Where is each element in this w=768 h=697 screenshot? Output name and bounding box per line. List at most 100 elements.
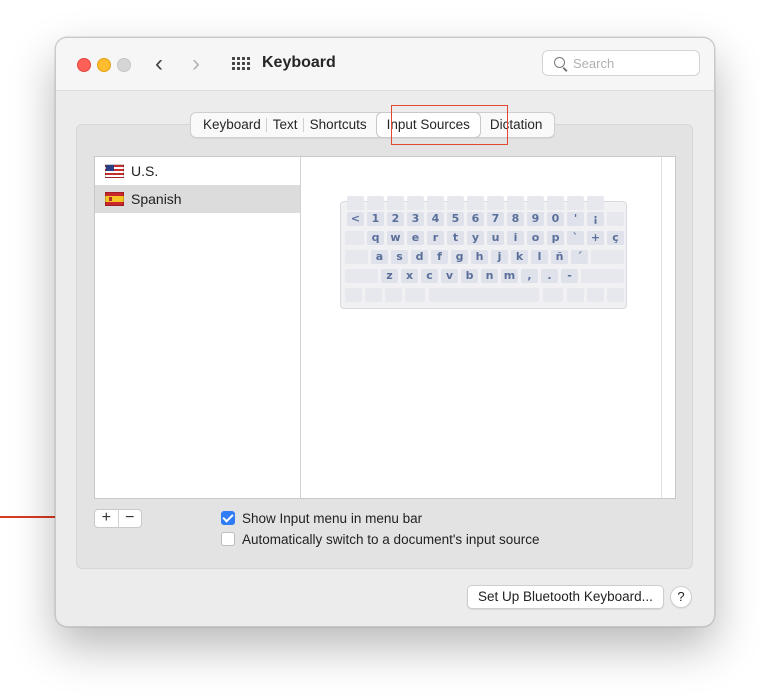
keyboard-key — [607, 288, 624, 302]
keyboard-key — [487, 196, 504, 210]
keyboard-key: 3 — [407, 212, 424, 226]
keyboard-key: n — [481, 269, 498, 283]
keyboard-key: h — [471, 250, 488, 264]
keyboard-key: 7 — [487, 212, 504, 226]
keyboard-key: b — [461, 269, 478, 283]
keyboard-key — [447, 196, 464, 210]
keyboard-key: - — [561, 269, 578, 283]
keyboard-key — [407, 196, 424, 210]
add-source-button[interactable]: + — [95, 510, 119, 527]
spain-flag-icon — [105, 192, 124, 206]
keyboard-key: j — [491, 250, 508, 264]
keyboard-key: 9 — [527, 212, 544, 226]
keyboard-layout-preview: <1 2 3 4 5 6 7 8 9 0 ' ¡ q w e r t y u i o p ` + ç a s d f g h j k l ñ ´ z x c… — [340, 196, 627, 309]
keyboard-key — [567, 196, 584, 210]
zoom-button[interactable] — [117, 58, 131, 72]
show-input-menu-row[interactable]: Show Input menu in menu bar — [221, 509, 422, 527]
keyboard-key: l — [531, 250, 548, 264]
keyboard-key: ñ — [551, 250, 568, 264]
keyboard-key — [567, 288, 584, 302]
keyboard-key: ç — [607, 231, 624, 245]
keyboard-key: c — [421, 269, 438, 283]
keyboard-key: ` — [567, 231, 584, 245]
keyboard-key — [387, 196, 404, 210]
back-icon[interactable]: ‹ — [155, 50, 163, 78]
keyboard-key: 2 — [387, 212, 404, 226]
keyboard-spacebar — [429, 288, 539, 302]
show-all-grid-icon[interactable] — [232, 57, 250, 71]
remove-source-button[interactable]: − — [119, 510, 142, 527]
setup-bluetooth-keyboard-button[interactable]: Set Up Bluetooth Keyboard... — [467, 585, 664, 609]
keyboard-key: y — [467, 231, 484, 245]
keyboard-key — [347, 196, 364, 210]
keyboard-key — [345, 288, 362, 302]
input-sources-panel: U.S. Spanish <1 2 3 4 5 6 7 8 9 0 ' ¡ q w e r t y u i o p ` + ç a… — [94, 156, 676, 499]
keyboard-key: t — [447, 231, 464, 245]
us-flag-icon — [105, 164, 124, 178]
list-item[interactable]: Spanish — [95, 185, 300, 213]
keyboard-key — [385, 288, 402, 302]
minimize-button[interactable] — [97, 58, 111, 72]
keyboard-key — [587, 288, 604, 302]
keyboard-key — [467, 196, 484, 210]
keyboard-key: w — [387, 231, 404, 245]
forward-icon[interactable]: › — [192, 50, 200, 78]
keyboard-key: 1 — [367, 212, 384, 226]
keyboard-key: 4 — [427, 212, 444, 226]
keyboard-key — [345, 269, 378, 283]
keyboard-key: v — [441, 269, 458, 283]
scrollbar[interactable] — [661, 157, 675, 498]
search-field[interactable]: Search — [542, 50, 700, 76]
keyboard-key: f — [431, 250, 448, 264]
keyboard-key — [543, 288, 563, 302]
keyboard-key: d — [411, 250, 428, 264]
annotation-highlight-box — [391, 105, 508, 145]
keyboard-key — [365, 288, 382, 302]
search-placeholder: Search — [573, 56, 615, 71]
keyboard-key: . — [541, 269, 558, 283]
titlebar: ‹ › Keyboard Search — [56, 38, 714, 91]
keyboard-key: u — [487, 231, 504, 245]
keyboard-key: ' — [567, 212, 584, 226]
keyboard-key — [527, 196, 544, 210]
keyboard-key: < — [347, 212, 364, 226]
keyboard-key — [507, 196, 524, 210]
list-item-label: U.S. — [131, 163, 159, 179]
keyboard-key: q — [367, 231, 384, 245]
show-input-menu-checkbox[interactable] — [221, 511, 235, 525]
tab-text[interactable]: Text — [267, 113, 304, 137]
auto-switch-label: Automatically switch to a document's inp… — [242, 531, 540, 547]
keyboard-key: z — [381, 269, 398, 283]
keyboard-key — [345, 231, 364, 245]
keyboard-preview-area: <1 2 3 4 5 6 7 8 9 0 ' ¡ q w e r t y u i o p ` + ç a s d f g h j k l ñ ´ z x c… — [300, 157, 663, 498]
tab-shortcuts[interactable]: Shortcuts — [304, 113, 373, 137]
add-remove-control: + − — [94, 509, 142, 528]
search-icon — [554, 57, 565, 68]
show-input-menu-label: Show Input menu in menu bar — [242, 510, 423, 526]
keyboard-key — [345, 250, 368, 264]
keyboard-key: a — [371, 250, 388, 264]
keyboard-key: + — [587, 231, 604, 245]
keyboard-key: k — [511, 250, 528, 264]
keyboard-key — [587, 196, 604, 210]
input-sources-list[interactable]: U.S. Spanish — [95, 157, 301, 498]
help-button[interactable]: ? — [670, 586, 692, 608]
keyboard-key: 5 — [447, 212, 464, 226]
keyboard-key: ¡ — [587, 212, 604, 226]
keyboard-key: x — [401, 269, 418, 283]
keyboard-key: o — [527, 231, 544, 245]
keyboard-key — [581, 269, 624, 283]
keyboard-key — [405, 288, 425, 302]
keyboard-key: ´ — [571, 250, 588, 264]
keyboard-key — [591, 250, 624, 264]
auto-switch-checkbox[interactable] — [221, 532, 235, 546]
keyboard-key: , — [521, 269, 538, 283]
close-button[interactable] — [77, 58, 91, 72]
tab-keyboard[interactable]: Keyboard — [191, 113, 267, 137]
keyboard-key: 8 — [507, 212, 524, 226]
auto-switch-row[interactable]: Automatically switch to a document's inp… — [221, 530, 539, 548]
keyboard-key — [427, 196, 444, 210]
list-item[interactable]: U.S. — [95, 157, 300, 185]
window-title: Keyboard — [262, 54, 336, 71]
keyboard-key: p — [547, 231, 564, 245]
